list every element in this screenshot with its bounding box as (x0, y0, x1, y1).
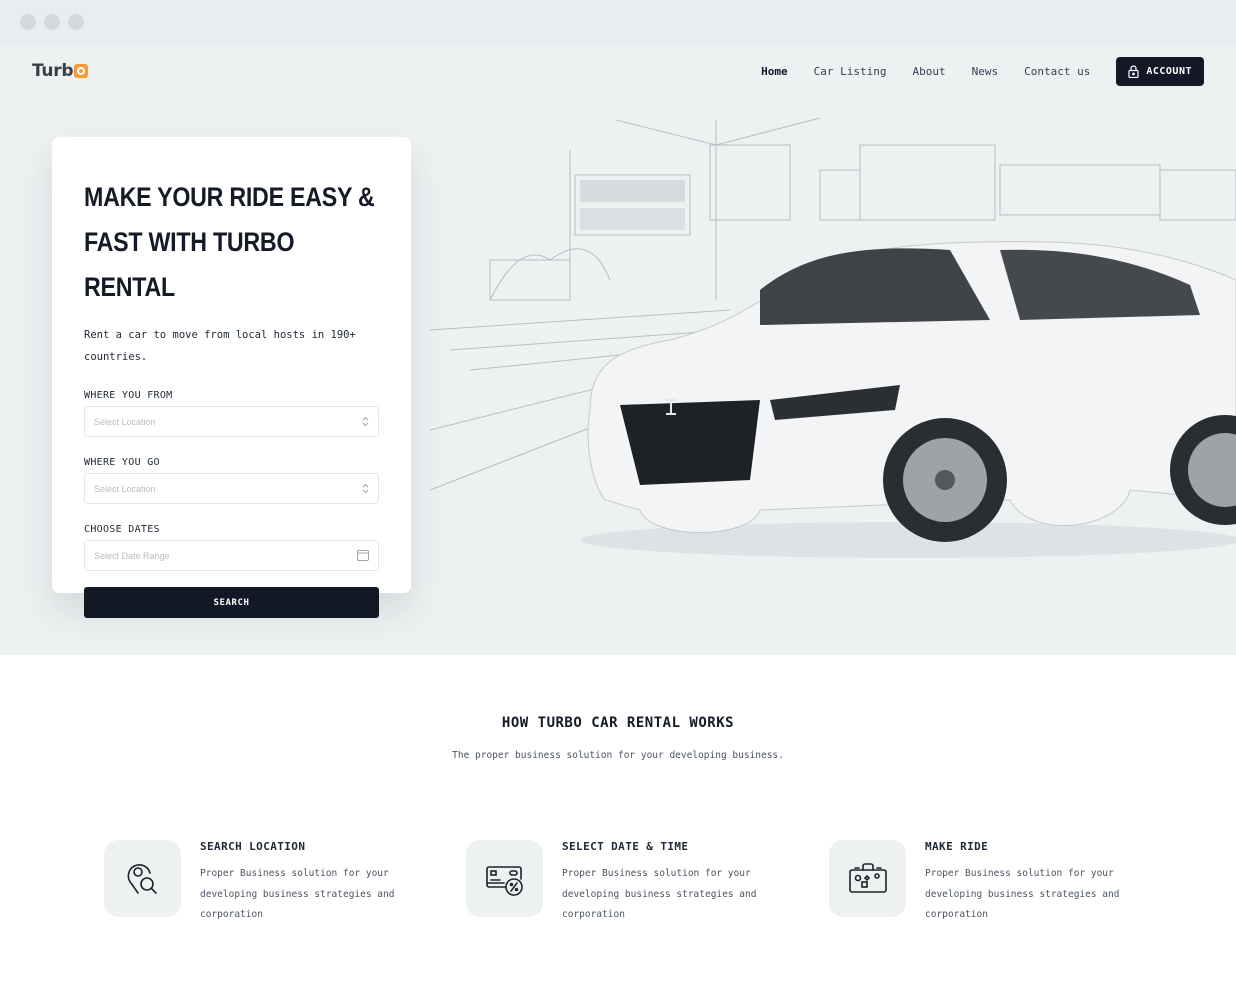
location-search-icon (127, 863, 157, 894)
booking-card: MAKE YOUR RIDE EASY & FAST WITH TURBO RE… (52, 137, 411, 618)
nav-about[interactable]: About (912, 65, 945, 78)
step-title: SELECT DATE & TIME (562, 840, 689, 853)
main-nav: Home Car Listing About News Contact us A… (761, 57, 1204, 86)
step-icon-box (104, 840, 181, 917)
hero-description: Rent a car to move from local hosts in 1… (84, 329, 356, 363)
step-item: SEARCH LOCATION Proper Business solution… (104, 840, 434, 930)
logo[interactable]: Turb (32, 61, 89, 81)
step-text: Proper Business solution for your develo… (562, 868, 757, 920)
window-minimize-button[interactable] (44, 14, 60, 30)
search-button[interactable]: SEARCH (84, 587, 379, 618)
chevron-updown-icon (362, 483, 369, 494)
hero-car-image (430, 117, 1236, 558)
window-chrome (0, 0, 1236, 44)
window-close-button[interactable] (20, 14, 36, 30)
to-label: WHERE YOU GO (84, 457, 160, 468)
step-item: MAKE RIDE Proper Business solution for y… (829, 840, 1159, 930)
step-item: SELECT DATE & TIME Proper Business solut… (466, 840, 796, 930)
card-discount-icon (485, 865, 523, 896)
section-title: HOW TURBO CAR RENTAL WORKS (501, 715, 735, 731)
car (580, 241, 1236, 558)
hero-title-line1: MAKE YOUR RIDE EASY & (84, 182, 375, 212)
hero-section: Turb Home Car Listing About News Contact… (0, 44, 1236, 655)
section-subtitle: The proper business solution for your de… (452, 750, 784, 761)
to-location-select[interactable]: Select Location (84, 473, 379, 504)
account-button[interactable]: ACCOUNT (1116, 57, 1204, 86)
calendar-icon (357, 550, 369, 561)
step-icon-box (466, 840, 543, 917)
dates-placeholder: Select Date Range (94, 550, 170, 561)
from-placeholder: Select Location (94, 416, 156, 427)
how-it-works-section: HOW TURBO CAR RENTAL WORKS The proper bu… (0, 655, 1236, 1000)
suitcase-icon (848, 862, 887, 893)
nav-contact-us[interactable]: Contact us (1024, 65, 1090, 78)
nav-news[interactable]: News (972, 65, 999, 78)
account-label: ACCOUNT (1146, 66, 1192, 77)
hero-title: MAKE YOUR RIDE EASY & FAST WITH TURBO RE… (84, 175, 376, 310)
step-text: Proper Business solution for your develo… (200, 868, 395, 920)
to-placeholder: Select Location (94, 483, 156, 494)
sketch-sign-grid (580, 180, 685, 230)
nav-car-listing[interactable]: Car Listing (814, 65, 887, 78)
hero-title-line2: FAST WITH TURBO RENTAL (84, 227, 295, 302)
lock-icon (1128, 65, 1139, 78)
step-text: Proper Business solution for your develo… (925, 868, 1120, 920)
step-title: MAKE RIDE (925, 840, 989, 853)
nav-home[interactable]: Home (761, 65, 788, 78)
date-range-input[interactable]: Select Date Range (84, 540, 379, 571)
from-location-select[interactable]: Select Location (84, 406, 379, 437)
logo-text: Turb (32, 61, 74, 81)
dates-label: CHOOSE DATES (84, 524, 160, 535)
step-title: SEARCH LOCATION (200, 840, 306, 853)
window-maximize-button[interactable] (68, 14, 84, 30)
chevron-updown-icon (362, 416, 369, 427)
from-label: WHERE YOU FROM (84, 390, 173, 401)
logo-mark-icon (74, 64, 89, 78)
step-icon-box (829, 840, 906, 917)
